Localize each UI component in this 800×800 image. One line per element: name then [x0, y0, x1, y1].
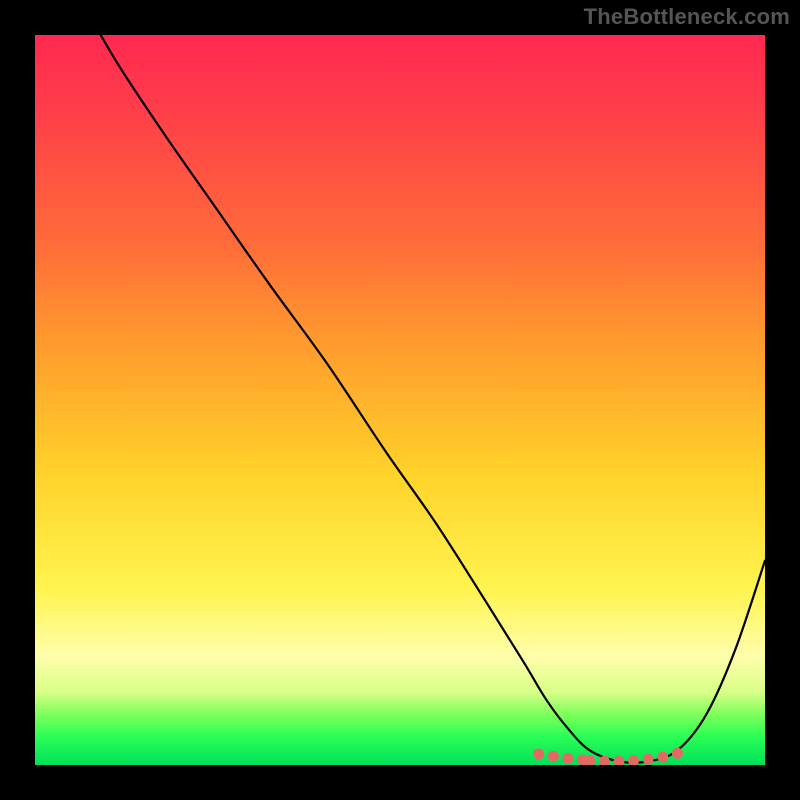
- scatter-point: [614, 756, 625, 765]
- scatter-point: [599, 756, 610, 765]
- scatter-point: [657, 752, 668, 763]
- scatter-band: [533, 748, 683, 765]
- watermark-text: TheBottleneck.com: [584, 4, 790, 30]
- scatter-point: [672, 748, 683, 759]
- scatter-point: [548, 751, 559, 762]
- chart-svg: [35, 35, 765, 765]
- scatter-point: [562, 753, 573, 764]
- plot-area: [35, 35, 765, 765]
- scatter-point: [533, 749, 544, 760]
- bottleneck-curve: [101, 35, 765, 763]
- chart-frame: TheBottleneck.com: [0, 0, 800, 800]
- scatter-point: [643, 754, 654, 765]
- scatter-point: [628, 755, 639, 765]
